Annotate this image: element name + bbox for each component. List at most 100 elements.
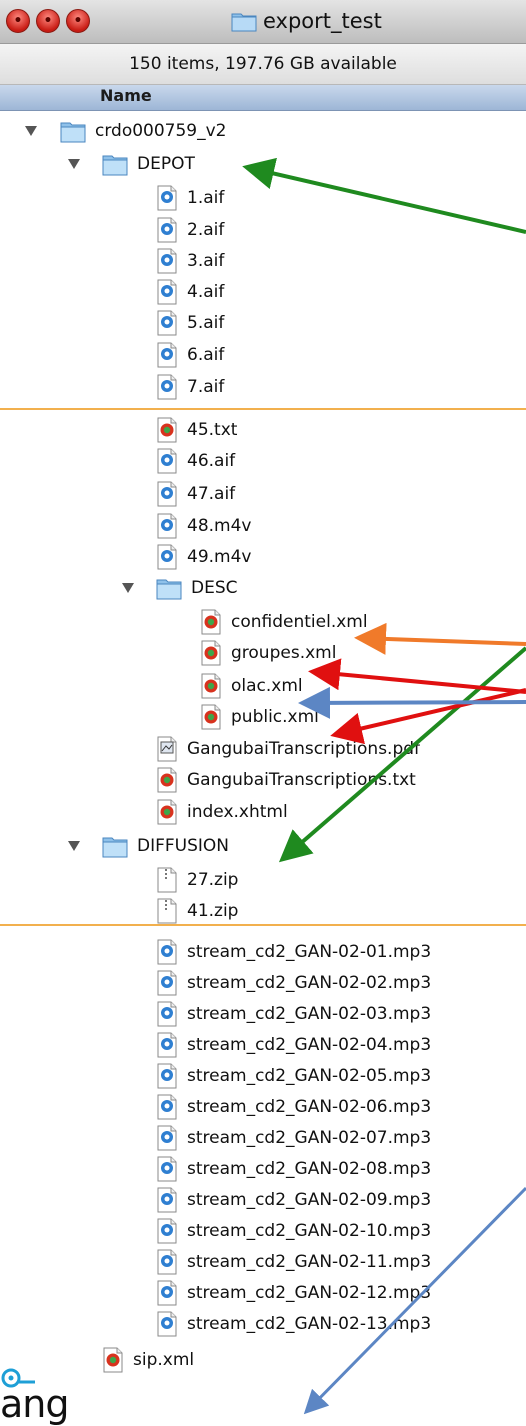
item-label: 6.aif xyxy=(187,344,225,365)
audio-file-icon xyxy=(156,939,187,965)
file-row[interactable]: 1.aif xyxy=(156,182,224,213)
file-row[interactable]: 2.aif xyxy=(156,214,224,245)
file-row[interactable]: stream_cd2_GAN-02-12.mp3 xyxy=(156,1277,431,1308)
disclosure-triangle[interactable] xyxy=(122,583,134,593)
audio-file-icon xyxy=(156,1280,187,1306)
item-label: 48.m4v xyxy=(187,515,252,536)
disclosure-triangle[interactable] xyxy=(25,126,37,136)
audio-file-icon xyxy=(156,279,187,305)
folder-row[interactable]: crdo000759_v2 xyxy=(60,115,227,146)
zip-file-icon xyxy=(156,867,187,893)
item-label: stream_cd2_GAN-02-09.mp3 xyxy=(187,1189,432,1210)
item-label: 4.aif xyxy=(187,281,225,302)
zip-file-icon xyxy=(156,898,187,924)
item-label: groupes.xml xyxy=(231,642,337,663)
file-row[interactable]: 47.aif xyxy=(156,478,235,509)
item-label: stream_cd2_GAN-02-13.mp3 xyxy=(187,1313,432,1334)
file-row[interactable]: 5.aif xyxy=(156,307,224,338)
file-row[interactable]: 6.aif xyxy=(156,339,224,370)
audio-file-icon xyxy=(156,185,187,211)
status-bar: 150 items, 197.76 GB available xyxy=(0,44,526,85)
red-arrow-groupes xyxy=(308,658,526,694)
audio-file-icon xyxy=(156,1311,187,1337)
zoom-button[interactable]: • xyxy=(66,9,90,33)
item-label: 27.zip xyxy=(187,869,239,890)
blue-arrow-olac xyxy=(298,686,526,719)
audio-file-icon xyxy=(156,342,187,368)
item-label: sip.xml xyxy=(133,1349,195,1370)
file-row[interactable]: stream_cd2_GAN-02-08.mp3 xyxy=(156,1153,431,1184)
item-label: stream_cd2_GAN-02-10.mp3 xyxy=(187,1220,432,1241)
file-row[interactable]: stream_cd2_GAN-02-04.mp3 xyxy=(156,1029,431,1060)
folder-icon xyxy=(102,152,137,176)
audio-file-icon xyxy=(156,1156,187,1182)
item-label: 46.aif xyxy=(187,450,236,471)
item-label: DIFFUSION xyxy=(137,835,230,856)
file-row[interactable]: GangubaiTranscriptions.pdf xyxy=(156,733,420,764)
item-label: stream_cd2_GAN-02-08.mp3 xyxy=(187,1158,432,1179)
disclosure-triangle[interactable] xyxy=(68,159,80,169)
close-button[interactable]: • xyxy=(6,9,30,33)
file-row[interactable]: stream_cd2_GAN-02-10.mp3 xyxy=(156,1215,431,1246)
file-row[interactable]: confidentiel.xml xyxy=(200,606,368,637)
file-row[interactable]: 45.txt xyxy=(156,414,237,445)
item-label: 45.txt xyxy=(187,419,238,440)
file-row[interactable]: 27.zip xyxy=(156,864,238,895)
file-row[interactable]: 49.m4v xyxy=(156,541,251,572)
file-row[interactable]: olac.xml xyxy=(200,670,303,701)
name-column-header[interactable]: Name xyxy=(0,85,526,111)
file-row[interactable]: 7.aif xyxy=(156,371,224,402)
folder-icon xyxy=(156,576,191,600)
file-row[interactable]: stream_cd2_GAN-02-03.mp3 xyxy=(156,998,431,1029)
folder-row[interactable]: DEPOT xyxy=(102,148,195,179)
item-label: crdo000759_v2 xyxy=(95,120,227,141)
file-row[interactable]: groupes.xml xyxy=(200,637,336,668)
audio-file-icon xyxy=(156,1218,187,1244)
file-row[interactable]: stream_cd2_GAN-02-02.mp3 xyxy=(156,967,431,998)
file-row[interactable]: stream_cd2_GAN-02-01.mp3 xyxy=(156,936,431,967)
item-label: index.xhtml xyxy=(187,801,288,822)
item-label: 1.aif xyxy=(187,187,225,208)
item-label: 5.aif xyxy=(187,312,225,333)
orange-arrow-confidentiel xyxy=(354,622,526,655)
audio-file-icon xyxy=(156,1125,187,1151)
folder-row[interactable]: DIFFUSION xyxy=(102,830,229,861)
audio-file-icon xyxy=(156,217,187,243)
file-row[interactable]: public.xml xyxy=(200,701,319,732)
disclosure-triangle[interactable] xyxy=(68,841,80,851)
file-row[interactable]: 4.aif xyxy=(156,276,224,307)
xml-file-icon xyxy=(200,673,231,699)
audio-file-icon xyxy=(156,1063,187,1089)
item-label: DESC xyxy=(191,577,238,598)
text-file-icon xyxy=(156,417,187,443)
file-row[interactable]: 41.zip xyxy=(156,895,238,926)
file-row[interactable]: 3.aif xyxy=(156,245,224,276)
file-row[interactable]: stream_cd2_GAN-02-07.mp3 xyxy=(156,1122,431,1153)
file-row[interactable]: stream_cd2_GAN-02-09.mp3 xyxy=(156,1184,431,1215)
title-bar: • • • export_test xyxy=(0,0,526,44)
file-row[interactable]: 46.aif xyxy=(156,445,235,476)
item-label: 2.aif xyxy=(187,219,225,240)
item-label: stream_cd2_GAN-02-02.mp3 xyxy=(187,972,432,993)
text-file-icon xyxy=(156,767,187,793)
window-title-text: export_test xyxy=(263,9,382,33)
file-row[interactable]: 48.m4v xyxy=(156,510,251,541)
xml-file-icon xyxy=(200,640,231,666)
folder-icon xyxy=(102,834,137,858)
list-gap-separator xyxy=(0,408,526,410)
item-label: GangubaiTranscriptions.pdf xyxy=(187,738,421,759)
logo: ang xyxy=(0,1368,100,1426)
minimize-button[interactable]: • xyxy=(36,9,60,33)
item-label: stream_cd2_GAN-02-12.mp3 xyxy=(187,1282,432,1303)
audio-file-icon xyxy=(156,310,187,336)
file-row[interactable]: index.xhtml xyxy=(156,796,288,827)
folder-row[interactable]: DESC xyxy=(156,572,238,603)
xml-file-icon xyxy=(156,799,187,825)
file-row[interactable]: GangubaiTranscriptions.txt xyxy=(156,764,416,795)
file-row[interactable]: stream_cd2_GAN-02-13.mp3 xyxy=(156,1308,431,1339)
file-row[interactable]: stream_cd2_GAN-02-11.mp3 xyxy=(156,1246,431,1277)
file-row[interactable]: sip.xml xyxy=(102,1344,194,1375)
file-row[interactable]: stream_cd2_GAN-02-05.mp3 xyxy=(156,1060,431,1091)
file-row[interactable]: stream_cd2_GAN-02-06.mp3 xyxy=(156,1091,431,1122)
xml-file-icon xyxy=(200,704,231,730)
